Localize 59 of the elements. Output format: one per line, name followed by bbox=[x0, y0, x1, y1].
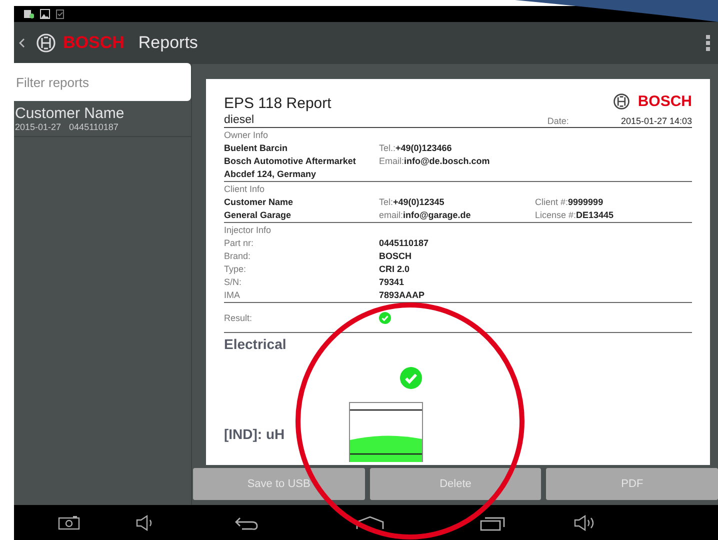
image-icon bbox=[40, 9, 50, 19]
field-value: General Garage bbox=[224, 210, 292, 220]
screen-title: Reports bbox=[138, 33, 199, 53]
field-value: 9999999 bbox=[568, 196, 604, 206]
filter-field[interactable]: Filter reports bbox=[14, 63, 191, 101]
field-value: DE13445 bbox=[576, 210, 614, 220]
field-value: Buelent Barcin bbox=[224, 142, 288, 152]
field-label: Email: bbox=[379, 156, 404, 166]
action-button[interactable]: Delete bbox=[370, 468, 542, 500]
field-value: 79341 bbox=[379, 276, 404, 286]
field-label: Tel.: bbox=[379, 142, 396, 152]
field-label: Client #: bbox=[535, 196, 568, 206]
report-date: 2015-01-27 14:03 bbox=[620, 116, 692, 126]
field-value: BOSCH bbox=[379, 250, 412, 260]
camera-icon[interactable] bbox=[58, 516, 80, 530]
field-value: 7893AAAP bbox=[379, 290, 425, 300]
action-button[interactable]: Save to USB bbox=[193, 468, 365, 500]
overflow-menu-icon[interactable] bbox=[706, 35, 710, 51]
customer-name: Customer Name bbox=[15, 105, 126, 122]
field-value: 0445110187 bbox=[379, 238, 429, 248]
action-button[interactable]: PDF bbox=[546, 468, 718, 500]
field-value: info@garage.de bbox=[403, 210, 471, 220]
field-value: +49(0)12345 bbox=[393, 196, 444, 206]
home-icon[interactable] bbox=[355, 516, 385, 530]
date-label: Date: bbox=[547, 116, 569, 126]
clipboard-icon bbox=[56, 9, 64, 19]
section-heading: Owner Info bbox=[224, 130, 270, 140]
field-label: Brand: bbox=[224, 250, 251, 260]
field-value: Customer Name bbox=[224, 196, 294, 206]
report-brand: BOSCH bbox=[638, 93, 692, 110]
field-label: email: bbox=[379, 210, 404, 220]
field-value: CRI 2.0 bbox=[379, 264, 410, 274]
field-value: info@de.bosch.com bbox=[404, 156, 490, 166]
back-icon[interactable] bbox=[234, 516, 260, 530]
section-heading: Client Info bbox=[224, 184, 266, 194]
section-heading: Electrical bbox=[224, 336, 288, 352]
field-label: Tel: bbox=[379, 196, 394, 206]
notification-icon bbox=[24, 9, 34, 19]
recent-apps-icon[interactable] bbox=[480, 514, 506, 530]
report-list-item[interactable]: Customer Name 2015-01-27 0445110187 bbox=[14, 101, 191, 137]
result-label: Result: bbox=[224, 312, 254, 322]
measure-label: [IND]: uH bbox=[224, 426, 286, 444]
field-label: License #: bbox=[535, 210, 576, 220]
field-label: Type: bbox=[224, 264, 246, 274]
brand-name: BOSCH bbox=[63, 33, 124, 53]
field-label: Part nr: bbox=[224, 238, 254, 248]
part-number: 0445110187 bbox=[69, 122, 118, 132]
section-heading: Injector Info bbox=[224, 224, 272, 234]
back-icon[interactable] bbox=[18, 37, 26, 49]
report-date: 2015-01-27 bbox=[15, 122, 62, 132]
report-title: EPS 118 Report bbox=[224, 95, 332, 112]
field-label: IMA bbox=[224, 290, 240, 300]
field-value: +49(0)123466 bbox=[396, 142, 452, 152]
report-subtitle: diesel bbox=[224, 114, 256, 126]
field-value: Bosch Automotive Aftermarket bbox=[224, 156, 356, 166]
field-label: S/N: bbox=[224, 276, 242, 286]
field-value: Abcdef 124, Germany bbox=[224, 168, 316, 178]
bosch-logo-icon bbox=[36, 33, 56, 53]
bosch-logo-icon bbox=[612, 93, 630, 110]
